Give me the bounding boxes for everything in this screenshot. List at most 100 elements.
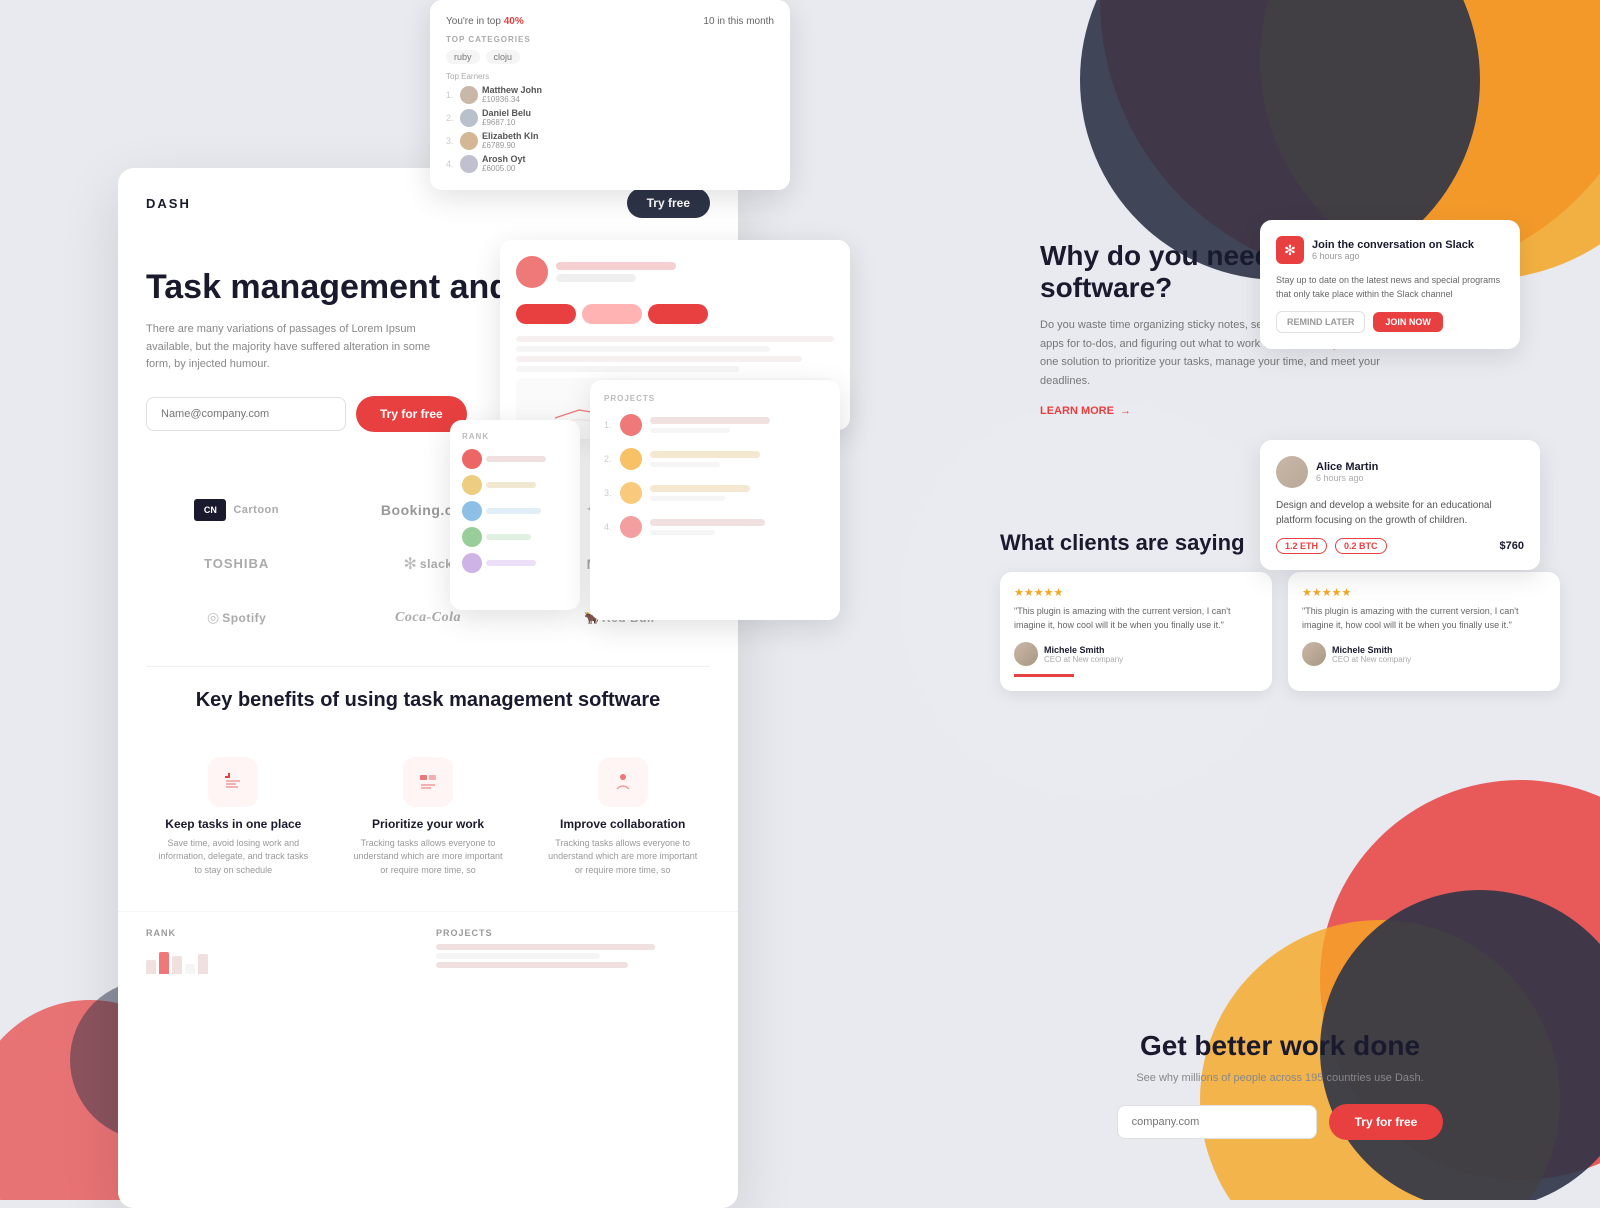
earner-avatar-1 xyxy=(460,86,478,104)
mock-lines xyxy=(556,258,834,286)
cta-email-input[interactable] xyxy=(1117,1105,1317,1139)
remind-later-button[interactable]: REMIND LATER xyxy=(1276,311,1365,333)
rank-label: RANK xyxy=(462,432,568,441)
testimonial-avatar-1 xyxy=(1014,642,1038,666)
earner-1: 1. Matthew John £10936.34 xyxy=(446,85,774,104)
benefit-1-icon xyxy=(208,757,258,807)
earner-avatar-3 xyxy=(460,132,478,150)
earner-amount-2: £9687.10 xyxy=(482,118,531,127)
task-description: Design and develop a website for an educ… xyxy=(1276,498,1524,528)
benefit-1-desc: Save time, avoid losing work and informa… xyxy=(156,837,311,878)
benefit-2: Prioritize your work Tracking tasks allo… xyxy=(341,743,516,892)
widget-top-text: You're in top 40% xyxy=(446,16,524,27)
stars-1: ★★★★★ xyxy=(1014,586,1258,599)
rank-card: RANK xyxy=(450,420,580,610)
testimonial-user-2: Michele Smith CEO at New company xyxy=(1302,642,1546,666)
testimonial-role-1: CEO at New company xyxy=(1044,655,1123,664)
benefit-2-desc: Tracking tasks allows everyone to unders… xyxy=(351,837,506,878)
cn-text: CN xyxy=(204,505,217,515)
cta-row: Try for free xyxy=(1000,1104,1560,1140)
category-tags: ruby cloju xyxy=(446,50,774,64)
testimonial-text-1: "This plugin is amazing with the current… xyxy=(1014,605,1258,632)
spotify-icon: ◎ xyxy=(207,609,219,626)
cn-label: Cartoon xyxy=(233,504,279,516)
task-price: $760 xyxy=(1500,540,1524,552)
testimonial-user-1: Michele Smith CEO at New company xyxy=(1014,642,1258,666)
widget-month: 10 in this month xyxy=(703,16,774,27)
learn-more-text: LEARN MORE xyxy=(1040,405,1114,417)
projects-col: PROJECTS xyxy=(436,928,710,974)
notif-actions: REMIND LATER JOIN NOW xyxy=(1276,311,1504,333)
learn-more-link[interactable]: LEARN MORE → xyxy=(1040,405,1520,417)
top-widget: You're in top 40% 10 in this month TOP C… xyxy=(430,0,790,190)
project-label: PROJECTS xyxy=(604,394,826,403)
hero-description: There are many variations of passages of… xyxy=(146,321,456,374)
nav-try-free-button[interactable]: Try free xyxy=(627,188,710,218)
notif-time: 6 hours ago xyxy=(1312,251,1474,261)
task-user-time: 6 hours ago xyxy=(1316,473,1378,483)
join-now-button[interactable]: JOIN NOW xyxy=(1373,312,1443,332)
earner-avatar-4 xyxy=(460,155,478,173)
benefit-2-icon xyxy=(403,757,453,807)
cta-description: See why millions of people across 195 co… xyxy=(1000,1072,1560,1084)
testimonial-2: ★★★★★ "This plugin is amazing with the c… xyxy=(1288,572,1560,691)
earner-avatar-2 xyxy=(460,109,478,127)
testimonial-avatar-2 xyxy=(1302,642,1326,666)
project-list-card: PROJECTS 1. 2. 3. 4. xyxy=(590,380,840,620)
cta-try-for-free-button[interactable]: Try for free xyxy=(1329,1104,1444,1140)
testimonial-name-1: Michele Smith xyxy=(1044,645,1123,655)
mock-profile-row xyxy=(516,256,834,288)
earner-name-3: Elizabeth Kln xyxy=(482,131,539,141)
bottom-cta-section: Get better work done See why millions of… xyxy=(1000,1030,1560,1140)
earner-amount-1: £10936.34 xyxy=(482,95,542,104)
benefit-3-icon xyxy=(598,757,648,807)
mock-profile-icon xyxy=(516,256,548,288)
email-input[interactable] xyxy=(146,397,346,431)
earner-amount-3: £6789.90 xyxy=(482,141,539,150)
benefit-3: Improve collaboration Tracking tasks all… xyxy=(535,743,710,892)
benefit-3-title: Improve collaboration xyxy=(545,817,700,831)
cta-title: Get better work done xyxy=(1000,1030,1560,1062)
benefit-1: Keep tasks in one place Save time, avoid… xyxy=(146,743,321,892)
testimonial-1: ★★★★★ "This plugin is amazing with the c… xyxy=(1000,572,1272,691)
earner-3: 3. Elizabeth Kln £6789.90 xyxy=(446,131,774,150)
earner-name-1: Matthew John xyxy=(482,85,542,95)
earners-header: Top Earners xyxy=(446,72,774,81)
notif-header: ✻ Join the conversation on Slack 6 hours… xyxy=(1276,236,1504,264)
tag-btc: 0.2 BTC xyxy=(1335,538,1387,554)
spotify-label: Spotify xyxy=(222,611,266,625)
cat-tag-2: cloju xyxy=(486,50,521,64)
task-avatar xyxy=(1276,456,1308,488)
benefits-section: Key benefits of using task management so… xyxy=(118,667,738,912)
benefits-title: Key benefits of using task management so… xyxy=(146,687,710,713)
testimonial-text-2: "This plugin is amazing with the current… xyxy=(1302,605,1546,632)
earner-name-4: Arosh Oyt xyxy=(482,154,526,164)
earner-4: 4. Arosh Oyt £6005.00 xyxy=(446,154,774,173)
earner-2: 2. Daniel Belu £9687.10 xyxy=(446,108,774,127)
toshiba-label: TOSHIBA xyxy=(204,556,269,571)
cocacola-label: Coca-Cola xyxy=(395,610,461,626)
stars-2: ★★★★★ xyxy=(1302,586,1546,599)
logo: DASH xyxy=(146,196,191,211)
tag-eth: 1.2 ETH xyxy=(1276,538,1327,554)
brand-spotify: ◎ Spotify xyxy=(146,600,327,636)
widget-percent: 40% xyxy=(504,16,524,27)
benefit-1-title: Keep tasks in one place xyxy=(156,817,311,831)
brand-toshiba: TOSHIBA xyxy=(146,546,327,582)
bottom-rank-section: RANK PROJECTS xyxy=(118,911,738,990)
arrow-right-icon: → xyxy=(1120,405,1131,417)
projects-col-label: PROJECTS xyxy=(436,928,710,938)
slack-brand-icon: ✻ xyxy=(1276,236,1304,264)
cn-box-icon: CN xyxy=(194,499,226,521)
slack-icon: ✻ xyxy=(404,554,417,574)
testimonial-name-2: Michele Smith xyxy=(1332,645,1411,655)
task-tags: 1.2 ETH 0.2 BTC $760 xyxy=(1276,538,1524,554)
notification-card: ✻ Join the conversation on Slack 6 hours… xyxy=(1260,220,1520,349)
task-card: Alice Martin 6 hours ago Design and deve… xyxy=(1260,440,1540,570)
earners-title: Top Earners xyxy=(446,72,489,81)
rank-col-label: RANK xyxy=(146,928,420,938)
notif-body: Stay up to date on the latest news and s… xyxy=(1276,274,1504,301)
top-categories-label: TOP CATEGORIES xyxy=(446,35,774,44)
cat-tag-1: ruby xyxy=(446,50,480,64)
earners-list: 1. Matthew John £10936.34 2. Daniel Belu… xyxy=(446,85,774,173)
